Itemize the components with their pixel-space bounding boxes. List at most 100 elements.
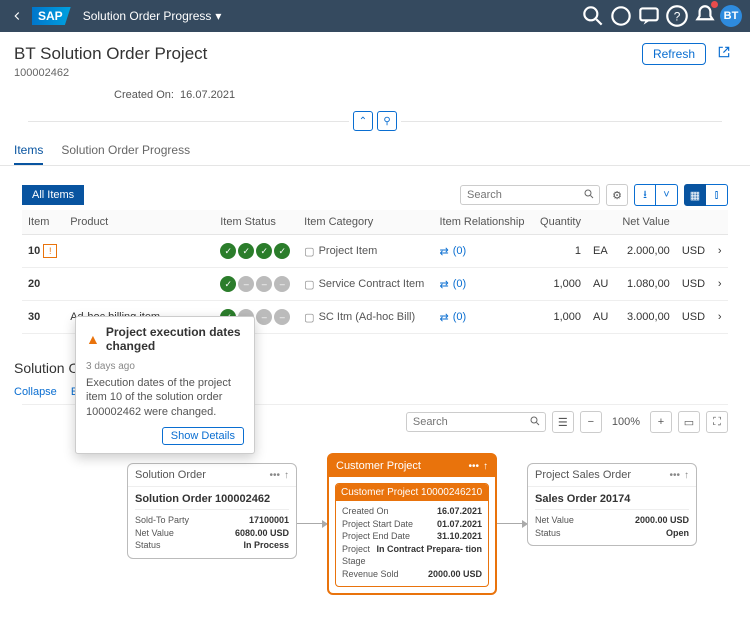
node-data-row: StatusOpen xyxy=(535,527,689,540)
collapse-link[interactable]: Collapse xyxy=(14,386,57,398)
node-data-row: Project Start Date01.07.2021 xyxy=(342,518,482,531)
status-dot: – xyxy=(256,276,272,292)
search-icon[interactable] xyxy=(580,3,606,29)
relationship-icon: ⇄ xyxy=(439,311,448,324)
chevron-down-icon: ▾ xyxy=(215,9,221,23)
zoom-in-icon[interactable]: + xyxy=(650,411,672,433)
node-menu-icon[interactable]: ••• xyxy=(669,470,680,481)
progress-search[interactable] xyxy=(406,412,546,432)
feedback-icon[interactable] xyxy=(636,3,662,29)
status-dot: ✓ xyxy=(274,243,290,259)
view-grid-icon[interactable]: ▦ xyxy=(684,184,706,206)
notification-badge xyxy=(711,1,718,8)
col-status: Item Status xyxy=(214,210,298,235)
svg-text:?: ? xyxy=(674,9,681,23)
popover-title: Project execution dates changed xyxy=(106,325,244,353)
status-dot: ✓ xyxy=(238,243,254,259)
node-data-row: StatusIn Process xyxy=(135,539,289,552)
progress-search-input[interactable] xyxy=(411,414,529,430)
relationship-icon: ⇄ xyxy=(439,245,448,258)
page-title: BT Solution Order Project xyxy=(14,44,207,64)
relationship-link[interactable]: ⇄(0) xyxy=(439,245,526,258)
node-collapse-icon[interactable]: ↑ xyxy=(284,470,289,481)
col-unit xyxy=(587,210,615,235)
items-search-input[interactable] xyxy=(465,187,583,203)
table-row[interactable]: 20✓–––▢Service Contract Item⇄(0)1,000AU1… xyxy=(22,268,728,301)
items-search[interactable] xyxy=(460,185,600,205)
node-data-row: Net Value2000.00 USD xyxy=(535,514,689,527)
node-solution-order[interactable]: Solution Order•••↑ Solution Order 100002… xyxy=(127,463,297,559)
help-icon[interactable]: ? xyxy=(664,3,690,29)
row-nav-icon[interactable]: › xyxy=(712,301,728,334)
show-details-button[interactable]: Show Details xyxy=(162,427,244,445)
table-row[interactable]: 10!✓✓✓✓▢Project Item⇄(0)1EA2.000,00USD› xyxy=(22,235,728,268)
notification-popover: ▲ Project execution dates changed 3 days … xyxy=(75,316,255,454)
process-flow-canvas: Solution Order•••↑ Solution Order 100002… xyxy=(22,443,728,613)
node-menu-icon[interactable]: ••• xyxy=(468,461,479,472)
row-nav-icon[interactable]: › xyxy=(712,268,728,301)
warning-icon: ▲ xyxy=(86,331,100,347)
col-item: Item xyxy=(22,210,64,235)
node-data-row: Project StageIn Contract Prepara- tion xyxy=(342,543,482,568)
tab-progress[interactable]: Solution Order Progress xyxy=(61,137,190,165)
pin-header-icon[interactable]: ⚲ xyxy=(377,111,397,131)
shell-title[interactable]: Solution Order Progress▾ xyxy=(83,9,222,23)
col-netvalue: Net Value xyxy=(615,210,676,235)
zoom-value: 100% xyxy=(608,416,644,428)
export-dropdown-icon[interactable]: ˅ xyxy=(656,184,678,206)
fullscreen-icon[interactable]: ⛶ xyxy=(706,411,728,433)
category-icon: ▢ xyxy=(304,245,314,258)
collapse-header-icon[interactable]: ⌃ xyxy=(353,111,373,131)
back-button[interactable] xyxy=(8,9,26,23)
status-dot: ✓ xyxy=(256,243,272,259)
share-icon[interactable] xyxy=(712,42,736,65)
legend-icon[interactable]: ☰ xyxy=(552,411,574,433)
category-icon: ▢ xyxy=(304,278,314,291)
shell-header: SAP Solution Order Progress▾ ? BT xyxy=(0,0,750,32)
status-dot: ✓ xyxy=(220,276,236,292)
popover-time: 3 days ago xyxy=(86,361,244,372)
refresh-button[interactable]: Refresh xyxy=(642,43,706,65)
node-data-row: Project End Date31.10.2021 xyxy=(342,530,482,543)
row-nav-icon[interactable]: › xyxy=(712,235,728,268)
status-dot: – xyxy=(274,276,290,292)
node-collapse-icon[interactable]: ↑ xyxy=(684,470,689,481)
node-data-row: Sold-To Party17100001 xyxy=(135,514,289,527)
relationship-link[interactable]: ⇄(0) xyxy=(439,278,526,291)
object-page-header: BT Solution Order Project Refresh 100002… xyxy=(0,32,750,131)
view-chart-icon[interactable]: ⫾ xyxy=(706,184,728,206)
col-product: Product xyxy=(64,210,214,235)
warning-icon: ! xyxy=(43,244,57,258)
status-dot: – xyxy=(256,309,272,325)
node-menu-icon[interactable]: ••• xyxy=(269,470,280,481)
items-section: All Items ⚙ ⭳ ˅ ▦ ⫾ Item Product Item St… xyxy=(0,166,750,344)
object-id: 100002462 xyxy=(14,67,736,79)
flow-arrow xyxy=(297,523,327,524)
export-icon[interactable]: ⭳ xyxy=(634,184,656,206)
col-nav xyxy=(712,210,728,235)
relationship-link[interactable]: ⇄(0) xyxy=(439,311,526,324)
node-customer-project[interactable]: Customer Project•••↑ Customer Project 10… xyxy=(327,453,497,595)
node-collapse-icon[interactable]: ↑ xyxy=(483,461,488,472)
search-icon xyxy=(529,415,541,430)
node-sales-order[interactable]: Project Sales Order•••↑ Sales Order 2017… xyxy=(527,463,697,546)
anchor-tabs: Items Solution Order Progress xyxy=(0,137,750,166)
copilot-icon[interactable] xyxy=(608,3,634,29)
fit-icon[interactable]: ▭ xyxy=(678,411,700,433)
flow-arrow xyxy=(497,523,527,524)
search-icon xyxy=(583,188,595,203)
zoom-out-icon[interactable]: − xyxy=(580,411,602,433)
col-quantity: Quantity xyxy=(533,210,587,235)
user-avatar[interactable]: BT xyxy=(720,5,742,27)
col-relationship: Item Relationship xyxy=(433,210,532,235)
node-data-row: Created On16.07.2021 xyxy=(342,505,482,518)
node-data-row: Revenue Sold2000.00 USD xyxy=(342,568,482,581)
tab-items[interactable]: Items xyxy=(14,137,43,165)
col-category: Item Category xyxy=(298,210,433,235)
popover-body: Execution dates of the project item 10 o… xyxy=(86,376,244,419)
filter-all-button[interactable]: All Items xyxy=(22,185,84,205)
settings-icon[interactable]: ⚙ xyxy=(606,184,628,206)
created-on: Created On: 16.07.2021 xyxy=(114,89,736,101)
node-data-row: Net Value6080.00 USD xyxy=(135,527,289,540)
notification-icon[interactable] xyxy=(692,3,718,29)
